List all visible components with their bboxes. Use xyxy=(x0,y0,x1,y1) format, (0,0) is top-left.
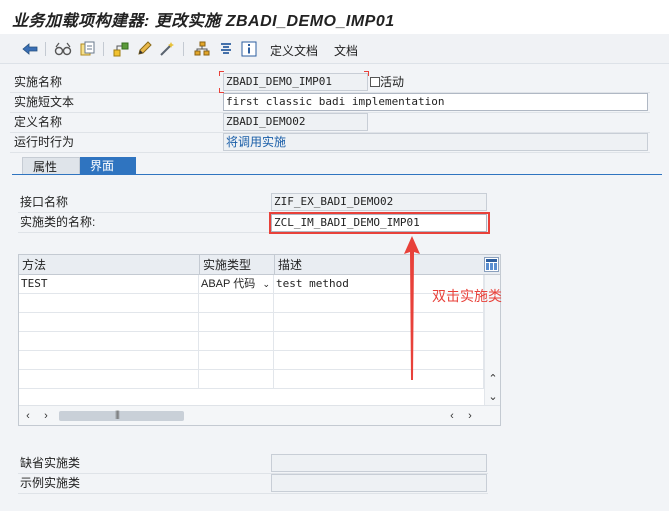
pencil-icon[interactable] xyxy=(135,40,153,58)
selection-corner-mark xyxy=(364,71,369,76)
table-row-empty[interactable] xyxy=(19,351,199,370)
iface-name-field[interactable]: ZIF_EX_BADI_DEMO02 xyxy=(271,193,487,211)
table-row-empty[interactable] xyxy=(199,294,274,313)
impl-class-label: 实施类的名称: xyxy=(20,215,96,229)
methods-table: 方法 实施类型 描述 TEST ABAP 代码 ⌄ test method ⌃ ⌄… xyxy=(18,254,501,426)
scroll-right-end-icon[interactable]: › xyxy=(463,409,477,423)
table-row-method[interactable]: TEST xyxy=(19,275,199,294)
scroll-right-icon[interactable]: › xyxy=(39,409,53,423)
table-row-empty[interactable] xyxy=(19,370,199,389)
wand-icon[interactable] xyxy=(158,40,176,58)
hierarchy-icon[interactable] xyxy=(112,40,130,58)
table-row-empty[interactable] xyxy=(274,332,484,351)
def-name-field[interactable]: ZBADI_DEMO02 xyxy=(223,113,368,131)
table-row-empty[interactable] xyxy=(19,313,199,332)
default-impl-label: 缺省实施类 xyxy=(20,456,81,470)
table-row-empty[interactable] xyxy=(199,370,274,389)
short-text-field[interactable]: first classic badi implementation xyxy=(223,93,648,111)
table-row-empty[interactable] xyxy=(274,351,484,370)
scroll-left-icon[interactable]: ‹ xyxy=(21,409,35,423)
table-row-empty[interactable] xyxy=(274,370,484,389)
impl-name-label: 实施名称 xyxy=(14,75,63,89)
table-row-empty[interactable] xyxy=(199,332,274,351)
col-description-header[interactable]: 描述 xyxy=(274,255,484,275)
list-lines-icon[interactable] xyxy=(217,40,235,58)
short-text-label: 实施短文本 xyxy=(14,95,75,109)
impl-type-value: ABAP 代码 xyxy=(201,278,256,290)
scroll-thumb[interactable]: ||| xyxy=(59,409,184,421)
table-settings-icon[interactable] xyxy=(484,257,499,272)
table-row-empty[interactable] xyxy=(199,351,274,370)
impl-name-field[interactable]: ZBADI_DEMO_IMP01 xyxy=(223,73,368,91)
scroll-up-icon[interactable]: ⌃ xyxy=(486,371,500,385)
application-toolbar: 定义文档 文档 xyxy=(0,34,669,64)
active-checkbox-icon xyxy=(370,77,380,87)
runtime-link[interactable]: 将调用实施 xyxy=(223,133,648,151)
chevron-down-icon[interactable]: ⌄ xyxy=(262,275,270,293)
glasses-icon[interactable] xyxy=(54,40,72,58)
table-row-empty[interactable] xyxy=(274,313,484,332)
tab-interface[interactable]: 界面 xyxy=(80,157,136,175)
table-row-empty[interactable] xyxy=(19,294,199,313)
col-impl-type-header[interactable]: 实施类型 xyxy=(199,255,274,275)
table-row-empty[interactable] xyxy=(199,313,274,332)
back-arrow-icon[interactable] xyxy=(21,40,39,58)
def-name-label: 定义名称 xyxy=(14,115,63,129)
runtime-label: 运行时行为 xyxy=(14,135,75,149)
other-object-icon[interactable] xyxy=(78,40,96,58)
methods-table-header: 方法 实施类型 描述 xyxy=(19,255,500,275)
grip-icon: ||| xyxy=(115,409,120,419)
toolbar-separator xyxy=(183,42,184,56)
col-method-header[interactable]: 方法 xyxy=(19,255,199,275)
tab-attributes[interactable]: 属性 xyxy=(22,157,80,175)
horizontal-scrollbar[interactable]: ‹ › ||| ‹ › xyxy=(19,405,500,425)
title-bar: 业务加载项构建器: 更改实施 ZBADI_DEMO_IMP01 xyxy=(0,0,669,34)
toolbar-separator xyxy=(103,42,104,56)
info-icon[interactable] xyxy=(240,40,258,58)
doc-button[interactable]: 文档 xyxy=(334,42,358,59)
annotation-text: 双击实施类 xyxy=(432,288,502,304)
toolbar-separator xyxy=(45,42,46,56)
definition-doc-button[interactable]: 定义文档 xyxy=(270,42,318,59)
scroll-left-end-icon[interactable]: ‹ xyxy=(445,409,459,423)
scroll-down-icon[interactable]: ⌄ xyxy=(486,389,500,403)
selection-corner-mark xyxy=(219,71,224,76)
annotation-arrow-icon xyxy=(404,236,420,380)
example-impl-label: 示例实施类 xyxy=(20,476,81,490)
active-status-text: 活动 xyxy=(380,75,405,89)
org-chart-icon[interactable] xyxy=(193,40,211,58)
table-row-empty[interactable] xyxy=(19,332,199,351)
table-row-impl-type[interactable]: ABAP 代码 ⌄ xyxy=(199,275,274,294)
default-impl-field[interactable] xyxy=(271,454,487,472)
active-status-label: 活动 xyxy=(370,73,404,92)
window-title: 业务加载项构建器: 更改实施 ZBADI_DEMO_IMP01 xyxy=(12,13,395,30)
highlight-box xyxy=(269,212,490,234)
iface-name-label: 接口名称 xyxy=(20,195,69,209)
example-impl-field[interactable] xyxy=(271,474,487,492)
